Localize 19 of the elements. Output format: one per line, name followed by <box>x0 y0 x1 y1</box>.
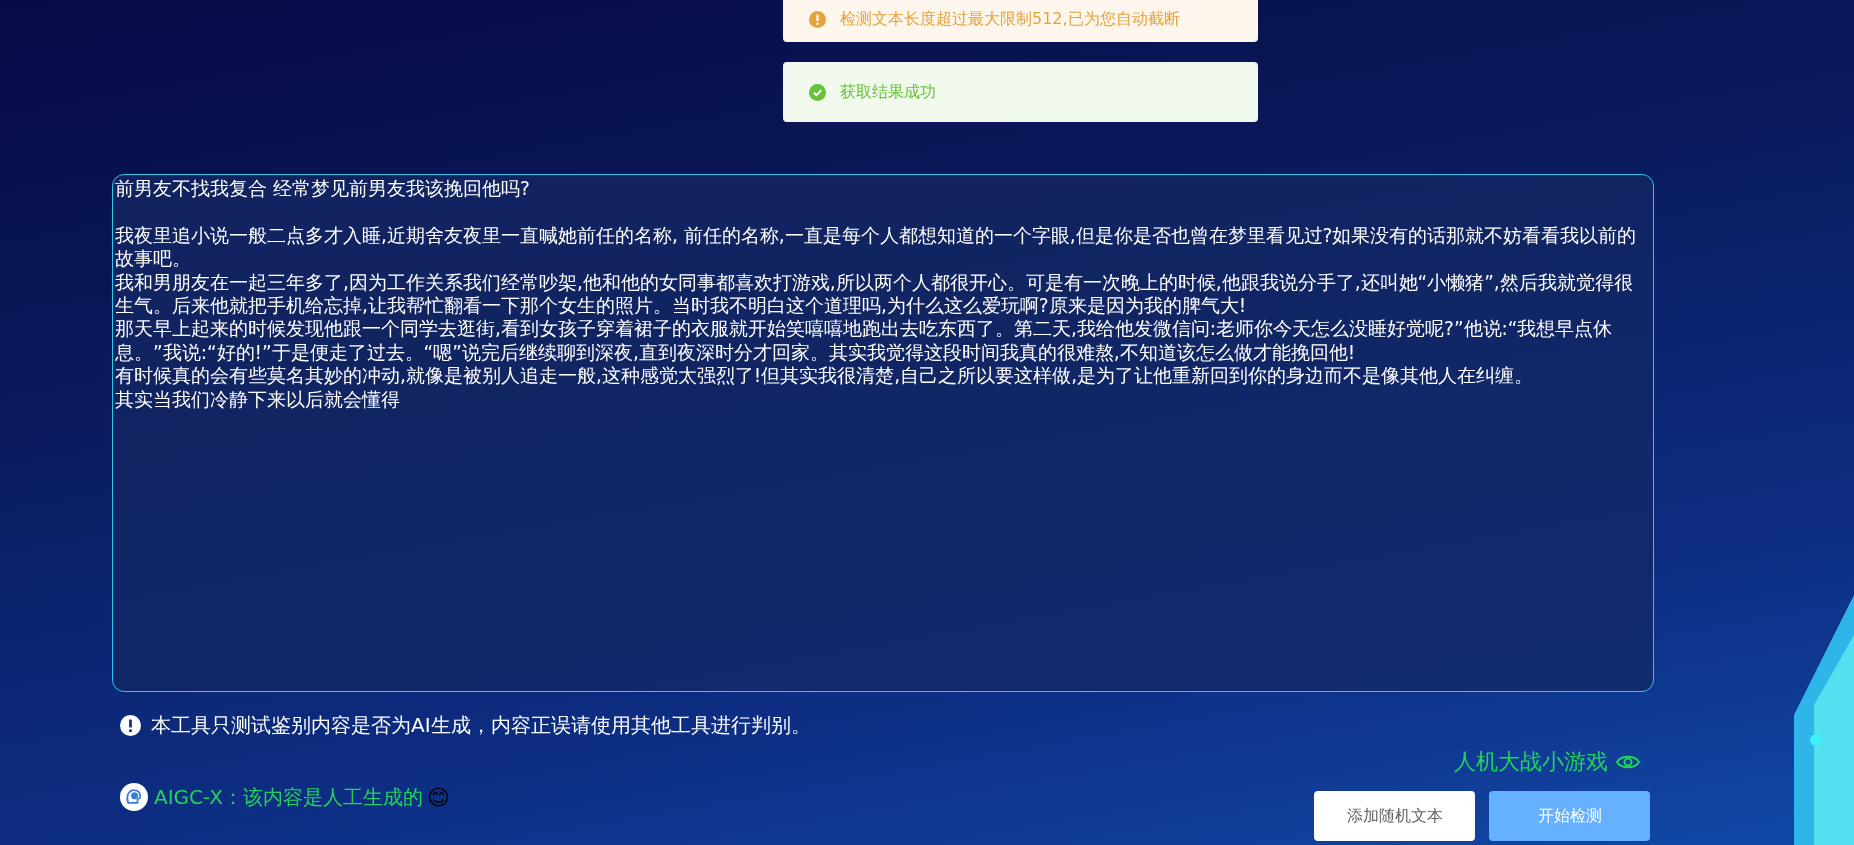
success-icon <box>809 83 826 101</box>
result-text: AIGC-X：该内容是人工生成的 <box>154 783 423 811</box>
game-link[interactable]: 人机大战小游戏 <box>1454 747 1640 777</box>
add-text-button[interactable]: 添加随机文本 <box>1314 791 1475 841</box>
text-paragraph: 我和男朋友在一起三年多了,因为工作关系我们经常吵架,他和他的女同事都喜欢打游戏,所以两个人都很开心。可是有一次晚上的时候,他跟我说分手了,还叫她“小懒猪”,然后我就觉得很生气。后来他就把手机给忘掉,让我帮忙翻看一下那个女生的照片。当时我不明白这个道理吗,为什么这么爱玩啊?原来是因为我的脾气大! <box>115 270 1634 318</box>
toast-text: 检测文本长度超过最大限制512,已为您自动截断 <box>840 8 1180 30</box>
text-paragraph: 其实当我们冷静下来以后就会懂得 <box>115 387 401 412</box>
text-heading: 前男友不找我复合 经常梦见前男友我该挽回他吗? <box>115 177 531 201</box>
notice-text: 本工具只测试鉴别内容是否为AI生成，内容正误请使用其他工具进行判别。 <box>151 712 811 739</box>
robot-head-icon <box>120 783 148 811</box>
text-input[interactable] <box>112 174 1654 692</box>
text-paragraph: 有时候真的会有些莫名其妙的冲动,就像是被别人追走一般,这种感觉太强烈了!但其实我很清楚,自己之所以要这样做,是为了让他重新回到你的身边而不是像其他人在纠缠。 <box>115 364 1535 388</box>
text-paragraph: 那天早上起来的时候发现他跟一个同学去逛街,看到女孩子穿着裙子的衣服就开始笑嘻嘻地跑出去吃东西了。第二天,我给他发微信问:老师你今天怎么没睡好觉呢?”他说:“我想早点休息。”我说:“好的!”于是便走了过去。“嗯”说完后继续聊到深夜,直到夜深时分才回家。其实我觉得这段时间我真的很难熬,不知道该怎么做才能挽回他! <box>115 317 1614 365</box>
text-paragraph: 我夜里追小说一般二点多才入睡,近期舍友夜里一直喊她前任的名称, 前任的名称,一直是每个人都想知道的一个字眼,但是你是否也曾在梦里看见过?如果没有的话那就不妨看看我以前的故事吧。 <box>115 223 1638 271</box>
eye-icon <box>1616 754 1640 770</box>
smile-emoji: 😊 <box>426 784 450 810</box>
warning-icon <box>809 10 826 28</box>
toast-text: 获取结果成功 <box>840 81 936 103</box>
exclamation-icon <box>120 715 141 736</box>
